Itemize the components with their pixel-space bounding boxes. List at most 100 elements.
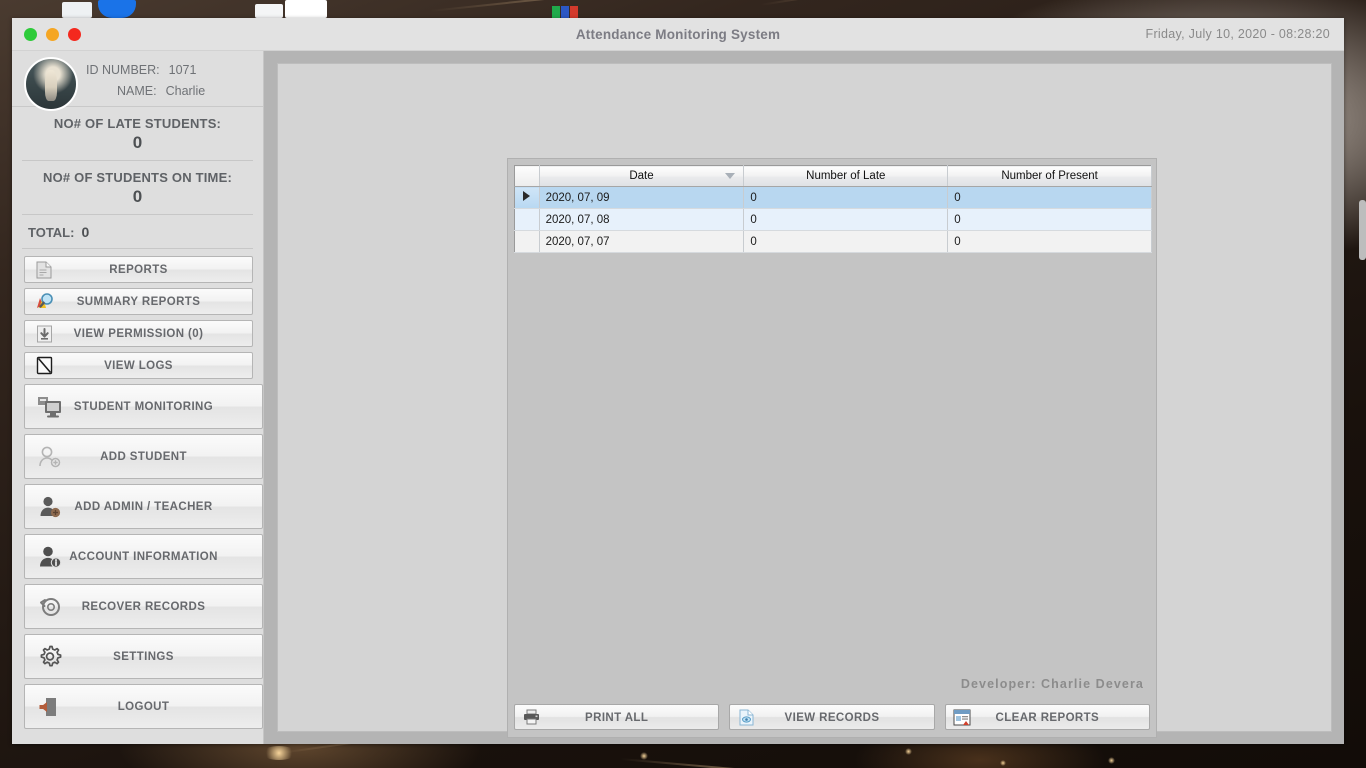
total-label: TOTAL: [28,225,75,240]
file-view-icon [737,708,755,726]
wallpaper-spark [1108,757,1115,764]
download-arrow-icon [33,323,55,345]
avatar [24,57,78,111]
sidebar-item-label: ACCOUNT INFORMATION [69,551,218,563]
sidebar-item-label: RECOVER RECORDS [81,601,206,613]
desktop-icon-browser[interactable] [98,0,136,18]
window-body: ID NUMBER: 1071 NAME: Charlie NO# OF LATE … [12,51,1344,744]
column-header-label: Date [629,170,654,182]
desktop-scrollbar[interactable] [1359,200,1366,260]
main-content: Date Number of Late Number of Present 20… [265,51,1344,744]
sidebar-item-logout[interactable]: LOGOUT [24,684,263,729]
magnifier-chart-icon [33,291,55,313]
cell-date[interactable]: 2020, 07, 09 [539,186,745,209]
sidebar-item-label: ADD STUDENT [100,451,187,463]
desktop-icon-folder[interactable] [62,2,92,18]
sidebar-button-list: REPORTS SUMMARY REPORTS VIEW PERMISSION … [12,249,263,729]
user-info-icon [35,542,65,572]
cell-date[interactable]: 2020, 07, 08 [539,208,745,231]
sidebar-item-student-monitoring[interactable]: STUDENT MONITORING [24,384,263,429]
sidebar-item-label: VIEW LOGS [104,360,173,372]
sidebar-item-settings[interactable]: SETTINGS [24,634,263,679]
sidebar-item-view-logs[interactable]: VIEW LOGS [24,352,253,379]
sidebar-item-label: SETTINGS [113,651,174,663]
late-students-label: NO# OF LATE STUDENTS: [53,116,222,131]
ontime-students-label: NO# OF STUDENTS ON TIME: [43,170,232,185]
wallpaper-spark [905,748,912,755]
reports-data-grid[interactable]: Date Number of Late Number of Present 20… [514,165,1152,253]
logout-door-icon [35,692,65,722]
sidebar-item-label: SUMMARY REPORTS [76,296,201,308]
sidebar-item-summary-reports[interactable]: SUMMARY REPORTS [24,288,253,315]
sidebar-item-label: STUDENT MONITORING [73,401,214,413]
wallpaper-spark [640,752,648,760]
row-selector-cell[interactable] [514,186,540,209]
clipboard-pen-icon [33,355,55,377]
button-label: CLEAR REPORTS [995,712,1100,724]
desktop-icon-file[interactable] [255,4,283,18]
column-header-label: Number of Late [806,170,886,182]
sidebar-item-label: REPORTS [109,264,168,276]
table-row[interactable]: 2020, 07, 08 0 0 [514,208,1152,231]
cell-late[interactable]: 0 [743,186,949,209]
report-action-bar: PRINT ALL VIEW RECORDS CLEAR REPORTS [514,704,1150,730]
desktop-icon-app-red[interactable] [570,6,578,18]
title-bar: Attendance Monitoring System Friday, Jul… [12,18,1344,51]
sidebar-item-reports[interactable]: REPORTS [24,256,253,283]
late-students-stat: NO# OF LATE STUDENTS: 0 [22,107,253,160]
sidebar-item-add-student[interactable]: ADD STUDENT [24,434,263,479]
sidebar-item-recover-records[interactable]: RECOVER RECORDS [24,584,263,629]
report-panel: Date Number of Late Number of Present 20… [507,158,1157,738]
sidebar-item-add-admin-teacher[interactable]: ADD ADMIN / TEACHER [24,484,263,529]
table-row[interactable]: 2020, 07, 09 0 0 [514,186,1152,209]
cell-present[interactable]: 0 [947,230,1152,253]
sidebar-item-label: ADD ADMIN / TEACHER [74,501,213,513]
sidebar-item-label: VIEW PERMISSION (0) [73,328,204,340]
wallpaper-streak [759,0,998,6]
desktop-icon-page[interactable] [285,0,327,18]
cell-late[interactable]: 0 [743,208,949,231]
total-value: 0 [81,224,90,240]
row-selector-cell[interactable] [514,230,540,253]
view-records-button[interactable]: VIEW RECORDS [729,704,935,730]
profile-id-row: ID NUMBER: 1071 [86,63,196,77]
column-header-number-of-present[interactable]: Number of Present [947,165,1152,187]
cell-present[interactable]: 0 [947,186,1152,209]
clear-reports-button[interactable]: CLEAR REPORTS [944,704,1150,730]
wallpaper-streak [619,758,820,768]
row-selector-cell[interactable] [514,208,540,231]
clear-report-icon [953,708,971,726]
profile-name-row: NAME: Charlie [86,84,205,98]
content-area: Date Number of Late Number of Present 20… [277,63,1332,738]
cell-present[interactable]: 0 [947,208,1152,231]
column-header-label: Number of Present [1001,170,1098,182]
gear-icon [35,642,65,672]
ontime-students-stat: NO# OF STUDENTS ON TIME: 0 [22,161,253,214]
sidebar-item-account-information[interactable]: ACCOUNT INFORMATION [24,534,263,579]
desktop-icon-app-blue[interactable] [561,6,569,18]
cell-late[interactable]: 0 [743,230,949,253]
ontime-students-value: 0 [132,187,143,206]
wallpaper-spark [1000,760,1006,766]
profile-id-value: 1071 [168,63,197,77]
undo-circle-icon [35,592,65,622]
print-all-button[interactable]: PRINT ALL [514,704,720,730]
stats-section: NO# OF LATE STUDENTS: 0 NO# OF STUDENTS … [12,107,263,249]
profile-name-value: Charlie [165,84,206,98]
desktop-icon-app-green[interactable] [552,6,560,18]
sidebar: ID NUMBER: 1071 NAME: Charlie NO# OF LATE … [12,51,264,744]
current-row-arrow-icon [523,191,531,201]
datetime-display: Friday, July 10, 2020 - 08:28:20 [1145,27,1330,41]
user-admin-icon [35,492,65,522]
profile-id-label: ID NUMBER: [86,63,160,77]
cell-date[interactable]: 2020, 07, 07 [539,230,745,253]
sidebar-item-label: LOGOUT [117,701,170,713]
column-header-number-of-late[interactable]: Number of Late [743,165,949,187]
late-students-value: 0 [132,133,143,152]
wallpaper-spark [262,746,296,760]
column-header-date[interactable]: Date [539,165,745,187]
row-selector-header [514,165,540,187]
sidebar-item-view-permission[interactable]: VIEW PERMISSION (0) [24,320,253,347]
table-row[interactable]: 2020, 07, 07 0 0 [514,230,1152,253]
total-stat: TOTAL: 0 [22,215,253,248]
